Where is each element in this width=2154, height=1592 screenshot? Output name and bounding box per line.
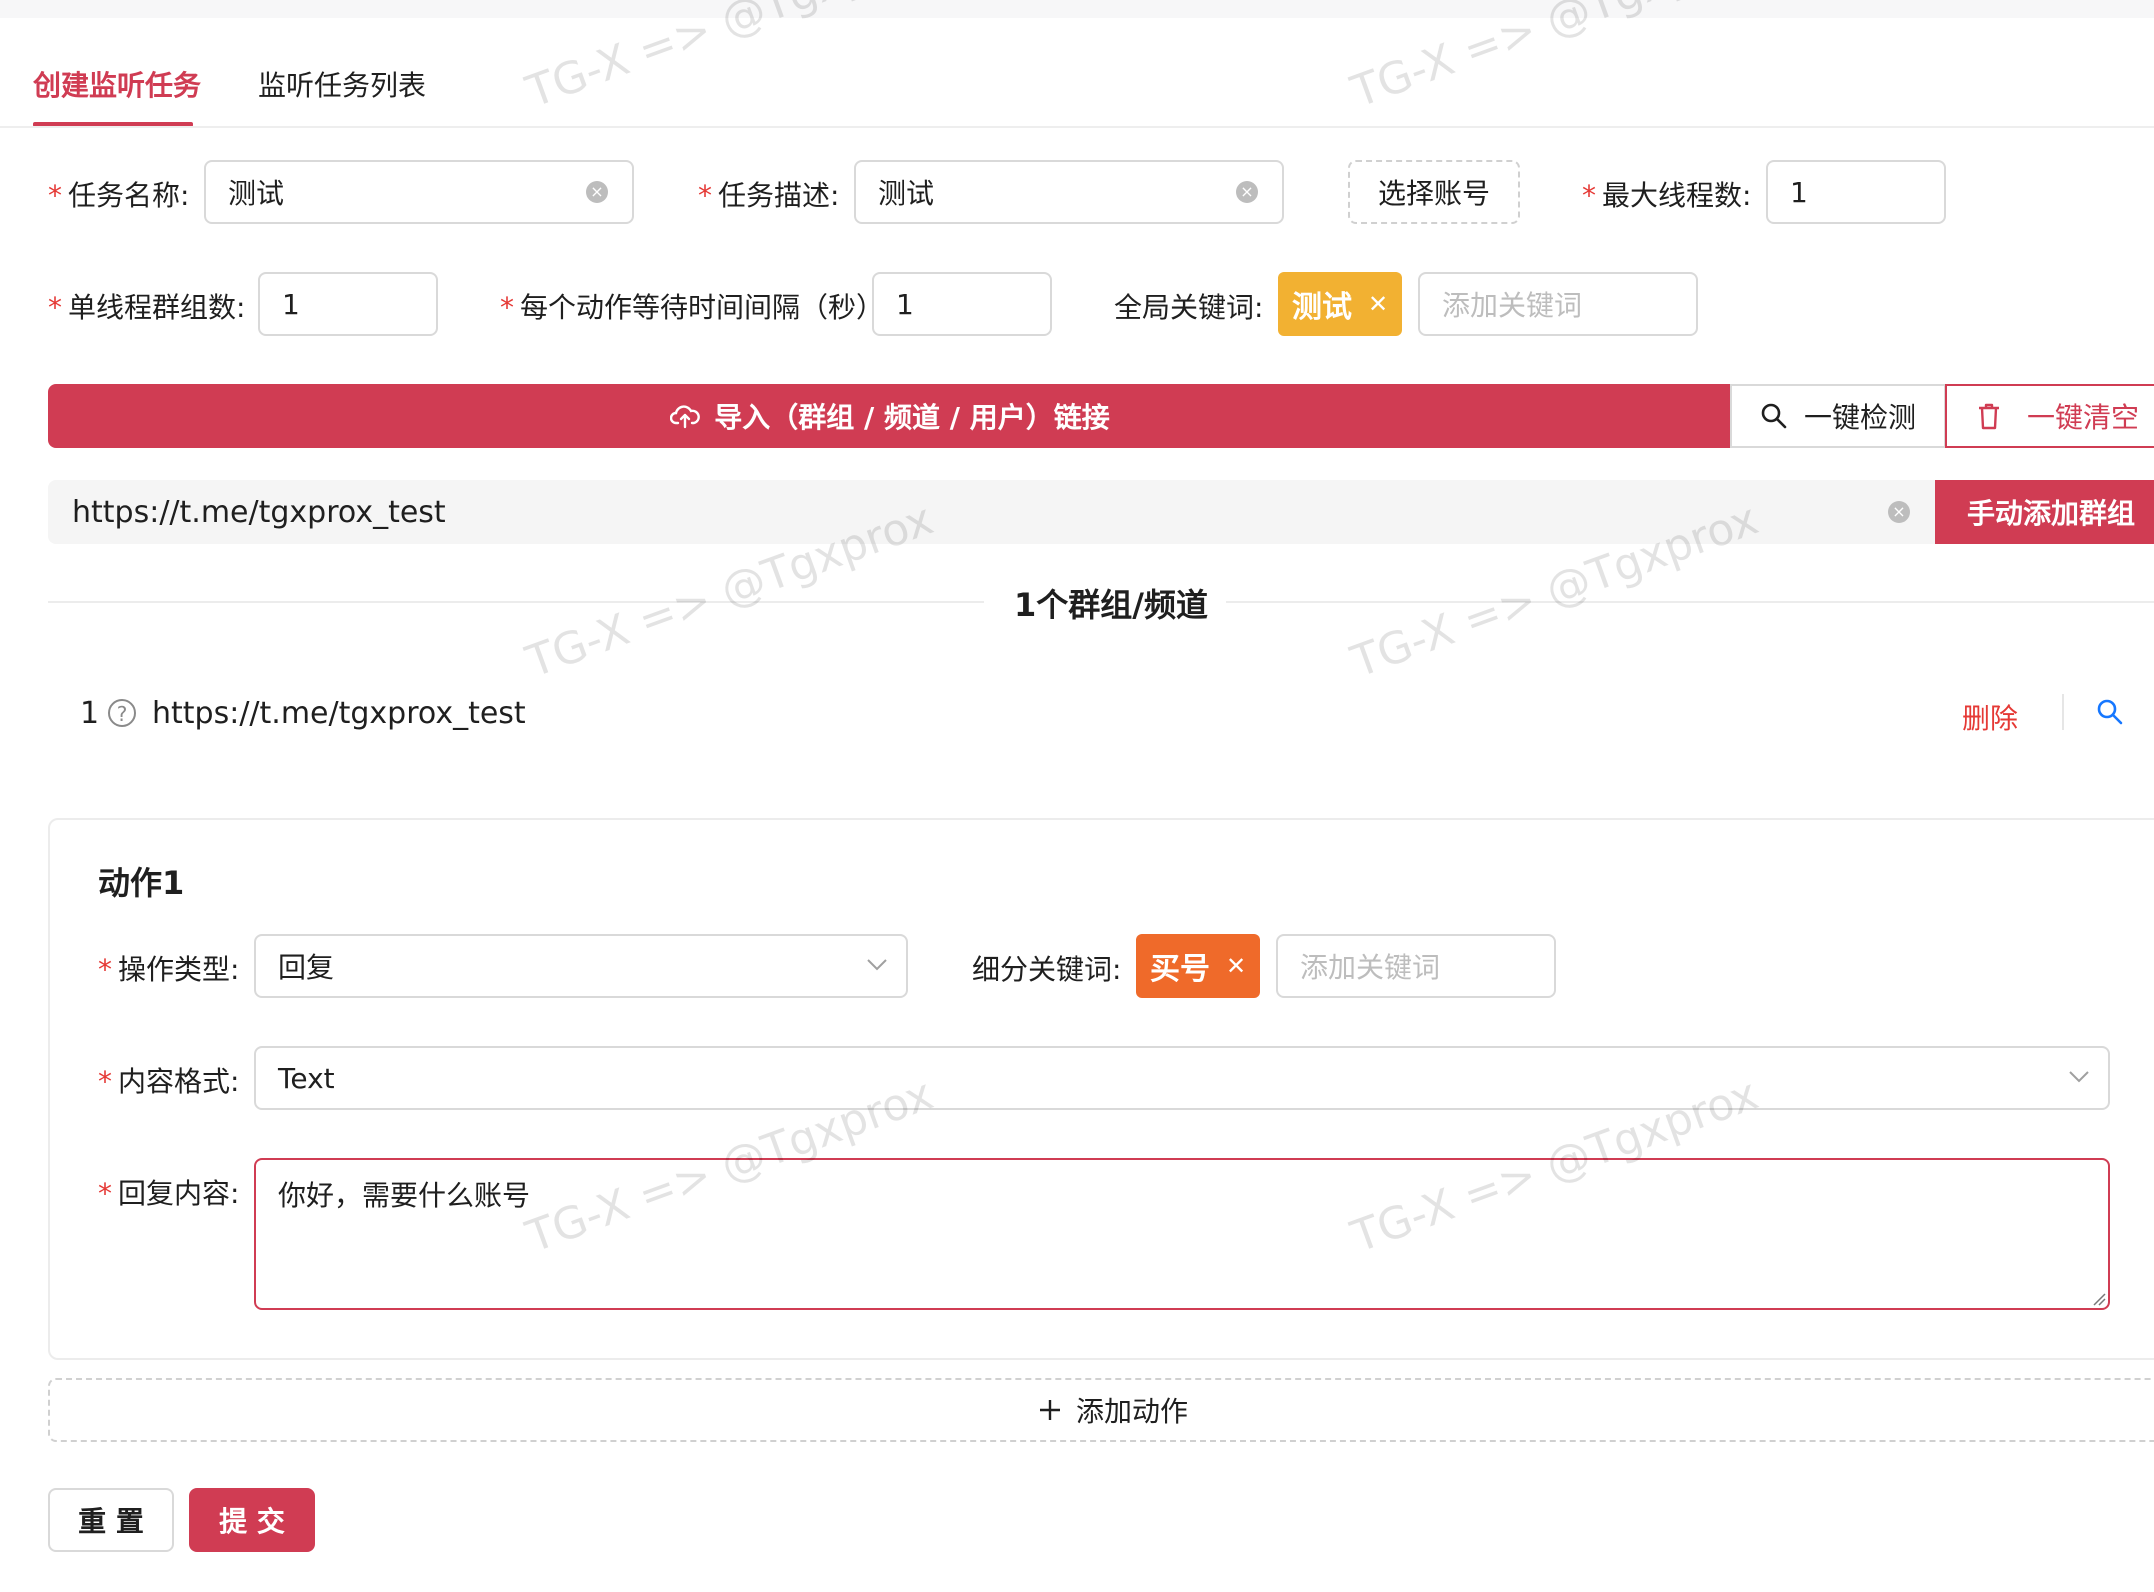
required-mark: *	[98, 1177, 112, 1210]
keyword-placeholder: 添加关键词	[1442, 289, 1583, 322]
required-mark: *	[48, 291, 62, 324]
action-interval-value: 1	[896, 287, 914, 321]
reset-button[interactable]: 重 置	[48, 1488, 174, 1552]
task-desc-input[interactable]: 测试 ×	[854, 160, 1284, 224]
tab-create-task[interactable]: 创建监听任务	[33, 64, 201, 104]
max-threads-value: 1	[1790, 175, 1808, 209]
add-action-button[interactable]: 添加动作	[48, 1378, 2154, 1442]
content-format-select[interactable]: Text	[254, 1046, 2110, 1110]
delete-group-link[interactable]: 删除	[1962, 697, 2018, 737]
tabs-divider	[0, 126, 2154, 128]
trash-icon	[1979, 403, 1999, 430]
keyword-placeholder: 添加关键词	[1300, 951, 1441, 984]
groups-per-thread-label: * 单线程群组数:	[48, 291, 246, 324]
op-type-value: 回复	[278, 951, 335, 984]
action-interval-input[interactable]: 1	[872, 272, 1052, 336]
plus-icon	[1039, 1400, 1060, 1420]
task-name-input[interactable]: 测试 ×	[204, 160, 634, 224]
keyword-tag-text: 测试	[1292, 290, 1352, 325]
close-icon[interactable]: ✕	[1226, 952, 1246, 980]
help-circle-icon[interactable]: ?	[108, 699, 136, 727]
required-mark: *	[500, 291, 514, 324]
content-format-label: * 内容格式:	[98, 1065, 240, 1098]
divider-left	[48, 601, 984, 603]
action-title: 动作1	[98, 864, 185, 902]
group-item-index: 1	[80, 696, 100, 731]
group-url-value: https://t.me/tgxprox_test	[72, 494, 446, 530]
manual-add-group-button[interactable]: 手动添加群组	[1935, 480, 2154, 544]
task-name-label: * 任务名称:	[48, 179, 190, 212]
max-threads-input[interactable]: 1	[1766, 160, 1946, 224]
required-mark: *	[98, 953, 112, 986]
sub-keyword-tag: 买号 ✕	[1136, 934, 1260, 998]
add-action-label: 添加动作	[1075, 1395, 1188, 1428]
one-click-check-button[interactable]: 一键检测	[1730, 384, 1946, 448]
reply-content-value: 你好，需要什么账号	[278, 1179, 531, 1212]
global-keywords-label: 全局关键词:	[1114, 291, 1264, 324]
resize-handle-icon[interactable]	[2092, 1292, 2106, 1306]
content-format-value: Text	[278, 1061, 335, 1095]
global-keyword-tag: 测试 ✕	[1278, 272, 1402, 336]
required-mark: *	[48, 179, 62, 212]
clear-icon[interactable]: ×	[1888, 501, 1910, 523]
divider-right	[1226, 601, 2154, 603]
op-type-select[interactable]: 回复	[254, 934, 908, 998]
required-mark: *	[98, 1065, 112, 1098]
sub-keywords-label: 细分关键词:	[972, 953, 1122, 986]
import-links-label: 导入（群组 / 频道 / 用户）链接	[714, 401, 1110, 434]
tab-task-list[interactable]: 监听任务列表	[258, 64, 426, 104]
chevron-down-icon	[867, 959, 887, 971]
groups-per-thread-value: 1	[282, 287, 300, 321]
reply-content-label: * 回复内容:	[98, 1177, 240, 1210]
task-desc-value: 测试	[878, 177, 935, 210]
top-strip	[0, 0, 2154, 18]
task-name-value: 测试	[228, 177, 285, 210]
cloud-upload-icon	[670, 405, 701, 429]
clear-icon[interactable]: ×	[1236, 181, 1258, 203]
action-interval-label: * 每个动作等待时间间隔（秒）:	[500, 291, 894, 324]
reply-content-textarea[interactable]: 你好，需要什么账号	[254, 1158, 2110, 1310]
close-icon[interactable]: ✕	[1368, 290, 1388, 318]
max-threads-label: * 最大线程数:	[1582, 179, 1752, 212]
group-count-label: 1个群组/频道	[1014, 586, 1208, 624]
required-mark: *	[698, 179, 712, 212]
submit-button[interactable]: 提 交	[189, 1488, 315, 1552]
sub-keyword-input[interactable]: 添加关键词	[1276, 934, 1556, 998]
action-separator	[2062, 694, 2064, 730]
one-click-clear-label: 一键清空	[2027, 401, 2140, 434]
chevron-down-icon	[2069, 1071, 2089, 1083]
import-links-button[interactable]: 导入（群组 / 频道 / 用户）链接	[48, 384, 1732, 448]
group-url-input[interactable]: https://t.me/tgxprox_test ×	[48, 480, 1936, 544]
one-click-clear-button[interactable]: 一键清空	[1945, 384, 2154, 448]
required-mark: *	[1582, 179, 1596, 212]
group-item-url: https://t.me/tgxprox_test	[152, 696, 526, 731]
select-account-button[interactable]: 选择账号	[1348, 160, 1520, 224]
global-keyword-input[interactable]: 添加关键词	[1418, 272, 1698, 336]
groups-per-thread-input[interactable]: 1	[258, 272, 438, 336]
op-type-label: * 操作类型:	[98, 953, 240, 986]
clear-icon[interactable]: ×	[586, 181, 608, 203]
one-click-check-label: 一键检测	[1803, 401, 1916, 434]
task-desc-label: * 任务描述:	[698, 179, 840, 212]
search-icon[interactable]	[2096, 698, 2124, 730]
keyword-tag-text: 买号	[1150, 952, 1210, 987]
search-icon	[1761, 403, 1787, 429]
